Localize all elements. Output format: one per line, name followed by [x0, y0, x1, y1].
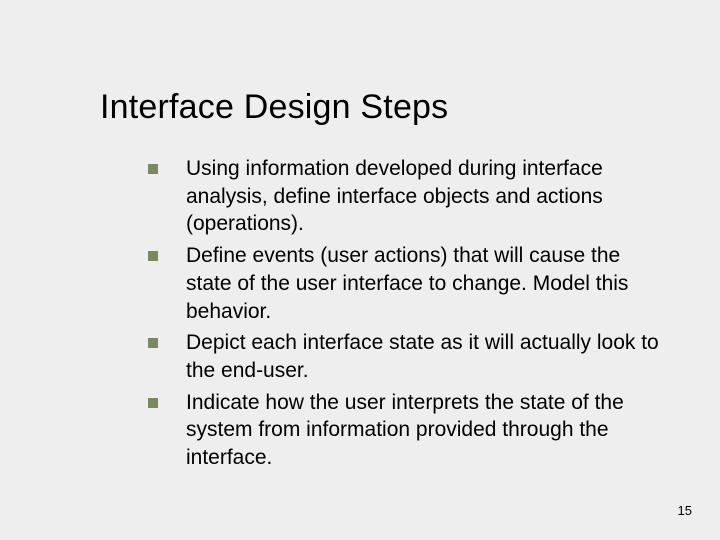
list-item: Define events (user actions) that will c…	[148, 242, 660, 325]
square-bullet-icon	[148, 338, 158, 348]
square-bullet-icon	[148, 164, 158, 174]
list-item: Depict each interface state as it will a…	[148, 329, 660, 384]
slide: Interface Design Steps Using information…	[0, 0, 720, 540]
bullet-text: Depict each interface state as it will a…	[186, 329, 660, 384]
list-item: Using information developed during inter…	[148, 155, 660, 238]
list-item: Indicate how the user interprets the sta…	[148, 389, 660, 472]
bullet-text: Indicate how the user interprets the sta…	[186, 389, 660, 472]
slide-title: Interface Design Steps	[100, 88, 660, 127]
square-bullet-icon	[148, 398, 158, 408]
page-number: 15	[678, 503, 692, 518]
bullet-text: Define events (user actions) that will c…	[186, 242, 660, 325]
square-bullet-icon	[148, 251, 158, 261]
bullet-text: Using information developed during inter…	[186, 155, 660, 238]
bullet-list: Using information developed during inter…	[148, 155, 660, 472]
